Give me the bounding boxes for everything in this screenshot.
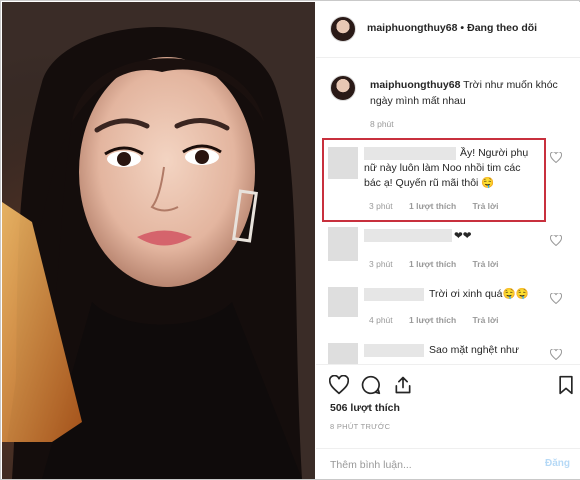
author-avatar[interactable] [330,16,356,42]
post-side-panel: maiphuongthuy68 • Đang theo dõi maiphuongt… [316,2,580,479]
comment-username-redacted[interactable] [364,288,424,301]
comment-input[interactable] [330,456,520,473]
comment-text: ❤❤ [454,230,472,242]
caption-text: maiphuongthuy68 Trời như muốn khóc ngày … [370,77,566,109]
caption-avatar[interactable] [330,75,356,101]
comment-item: Trời ơi xinh quá🤤🤤 4 phút 1 lượt thích T… [316,283,580,333]
comment-username-redacted[interactable] [364,229,452,242]
comment-avatar[interactable] [328,343,358,364]
comment-time[interactable]: 3 phút [369,259,393,269]
comment-avatar[interactable] [328,287,358,317]
header-username-line: maiphuongthuy68 • Đang theo dõi [367,22,537,34]
following-button[interactable]: Đang theo dõi [467,22,537,34]
comment-username-redacted[interactable] [364,344,424,357]
caption-username[interactable]: maiphuongthuy68 [370,79,460,91]
caption-time[interactable]: 8 phút [370,119,394,129]
separator-dot: • [460,22,465,34]
post-comment-button[interactable]: Đăng [545,458,570,469]
reply-button[interactable]: Trả lời [473,315,499,325]
comment-time[interactable]: 4 phút [369,315,393,325]
comment-avatar[interactable] [328,227,358,261]
like-heart-icon[interactable] [329,375,349,395]
comment-text: Trời ơi xinh quá🤤🤤 [429,288,529,300]
instagram-post-window: maiphuongthuy68 • Đang theo dõi maiphuongt… [0,0,580,480]
comments-list[interactable]: maiphuongthuy68 Trời như muốn khóc ngày … [316,59,580,364]
portrait-image [2,2,315,479]
share-icon[interactable] [393,375,413,395]
heart-icon[interactable] [550,152,562,163]
likes-count[interactable]: 506 lượt thích [330,402,400,414]
comment-meta: 4 phút 1 lượt thích Trả lời [369,315,512,325]
heart-icon[interactable] [550,235,562,246]
post-actions: 506 lượt thích 8 PHÚT TRƯỚC [316,364,580,450]
comment-item: Sao mặt nghệt như [316,339,580,364]
reply-button[interactable]: Trả lời [473,259,499,269]
comment-text: Sao mặt nghệt như [429,344,519,356]
author-username[interactable]: maiphuongthuy68 [367,22,457,34]
comment-item: ❤❤ 3 phút 1 lượt thích Trả lời [316,227,580,277]
comment-likes[interactable]: 1 lượt thích [409,259,456,269]
heart-icon[interactable] [550,349,562,360]
comment-likes[interactable]: 1 lượt thích [409,315,456,325]
post-timestamp[interactable]: 8 PHÚT TRƯỚC [330,422,390,431]
comment-meta: 3 phút 1 lượt thích Trả lời [369,259,512,269]
heart-icon[interactable] [550,293,562,304]
post-photo[interactable] [2,2,315,479]
highlight-box [322,138,546,222]
comment-icon[interactable] [361,375,381,395]
add-comment-bar: Đăng [316,448,580,479]
bookmark-icon[interactable] [556,375,576,395]
post-header: maiphuongthuy68 • Đang theo dõi [316,2,580,58]
